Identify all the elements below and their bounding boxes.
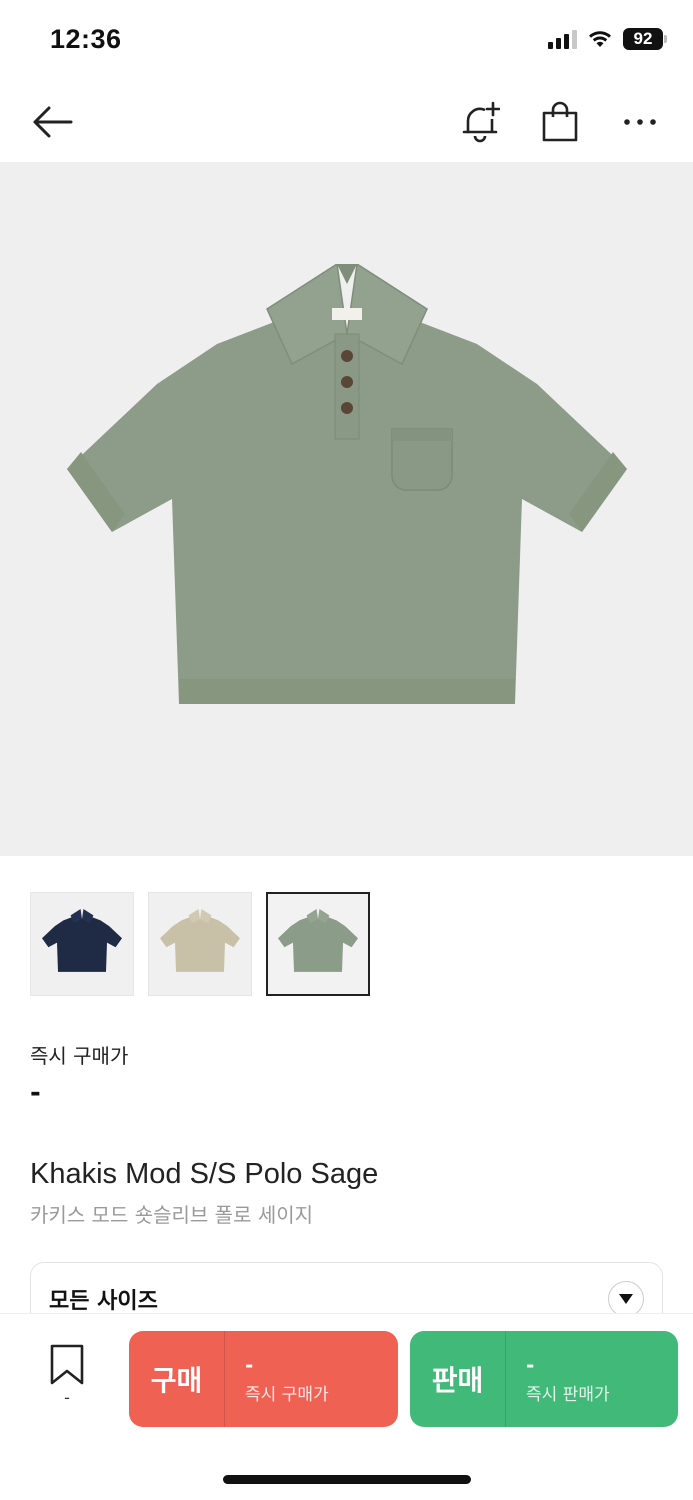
buy-button[interactable]: 구매 - 즉시 구매가 [129,1331,398,1427]
color-thumbnails [30,892,370,996]
polo-thumbnail-image [42,909,122,972]
buy-button-price: - [245,1352,254,1377]
status-bar: 12:36 92 [0,0,693,84]
sell-button-price: - [526,1352,535,1377]
sell-button[interactable]: 판매 - 즉시 판매가 [410,1331,678,1427]
arrow-left-icon [33,106,73,138]
buy-button-sublabel: 즉시 구매가 [245,1384,329,1405]
product-title: Khakis Mod S/S Polo Sage [30,1158,379,1190]
triangle-down-icon [619,1294,633,1304]
back-button[interactable] [28,98,76,146]
signal-icon [548,29,577,49]
bell-plus-icon [462,101,500,143]
thumbnail-sage[interactable] [266,892,370,996]
buy-button-info: - 즉시 구매가 [225,1331,329,1427]
cart-button[interactable] [536,98,584,146]
size-dropdown-toggle[interactable] [608,1281,644,1317]
thumbnail-navy[interactable] [30,892,134,996]
bottom-action-bar: - 구매 - 즉시 구매가 판매 - 즉시 판매가 [0,1313,693,1500]
more-button[interactable] [616,98,664,146]
price-alert-button[interactable] [456,98,504,146]
sell-button-label: 판매 [431,1364,484,1397]
instant-buy-price-value: - [30,1078,41,1108]
battery-icon: 92 [623,28,667,50]
home-indicator[interactable] [223,1475,471,1484]
status-icons: 92 [548,28,667,50]
instant-buy-price-label: 즉시 구매가 [30,1044,129,1068]
wishlist-count: - [64,1388,70,1407]
size-selector-label: 모든 사이즈 [49,1289,158,1314]
bookmark-icon [50,1344,84,1385]
thumbnail-beige[interactable] [148,892,252,996]
polo-shirt-image [66,264,627,704]
wishlist-button[interactable]: - [44,1344,90,1407]
product-subtitle: 카키스 모드 숏슬리브 폴로 세이지 [30,1203,314,1227]
polo-thumbnail-image [278,909,358,972]
nav-bar [0,84,693,162]
more-horizontal-icon [624,119,656,125]
sell-button-sublabel: 즉시 판매가 [526,1384,610,1405]
product-image[interactable] [0,162,693,856]
wifi-icon [589,31,611,47]
polo-thumbnail-image [160,909,240,972]
shopping-bag-icon [542,101,578,142]
sell-button-info: - 즉시 판매가 [506,1331,610,1427]
buy-button-label: 구매 [150,1364,203,1397]
status-time: 12:36 [50,24,122,54]
